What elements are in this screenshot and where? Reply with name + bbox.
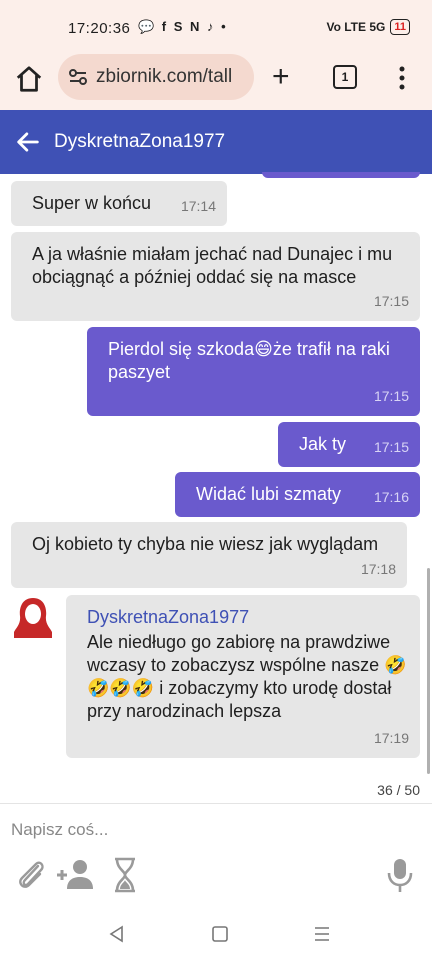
system-icons: Vo LTE 5G 11 bbox=[326, 19, 410, 35]
message-text: Ale niedługo go zabiorę na prawdziwe wcz… bbox=[87, 632, 407, 721]
system-nav-bar bbox=[0, 906, 432, 960]
message-text: Pierdol się szkoda😄że trafił na raki pas… bbox=[108, 339, 390, 382]
message-incoming: Oj kobieto ty chyba nie wiesz jak wygląd… bbox=[11, 522, 407, 588]
message-outgoing: Jak ty 17:15 bbox=[278, 422, 420, 467]
site-settings-icon[interactable] bbox=[66, 65, 90, 89]
home-icon[interactable] bbox=[14, 64, 44, 94]
message-time: 17:19 bbox=[373, 730, 409, 746]
battery-level: 11 bbox=[394, 21, 406, 33]
browser-toolbar: zbiornik.com/tall + 1 bbox=[0, 52, 432, 110]
message-text: Jak ty bbox=[299, 434, 347, 454]
menu-dots-icon[interactable] bbox=[392, 64, 412, 92]
plus-icon[interactable]: + bbox=[272, 62, 290, 92]
chat-header: DyskretnaZona1977 bbox=[0, 110, 432, 174]
message-incoming: Super w końcu 17:14 bbox=[11, 181, 227, 226]
battery-icon: 11 bbox=[390, 19, 410, 35]
hourglass-icon[interactable] bbox=[110, 856, 140, 894]
message-time: 17:15 bbox=[373, 439, 409, 455]
chat-title: DyskretnaZona1977 bbox=[54, 131, 226, 152]
notification-icons: 💬 f S N ♪ • bbox=[138, 19, 228, 34]
message-outgoing: Pierdol się szkoda😄że trafił na raki pas… bbox=[87, 327, 420, 416]
status-bar: 17:20:36 💬 f S N ♪ • Vo LTE 5G 11 bbox=[0, 0, 432, 52]
paperclip-icon[interactable] bbox=[12, 856, 52, 894]
url-text: zbiornik.com/tall bbox=[96, 66, 233, 87]
add-user-icon[interactable] bbox=[54, 856, 98, 894]
status-time: 17:20:36 bbox=[68, 20, 131, 37]
nav-recents-icon[interactable] bbox=[311, 924, 333, 944]
message-time: 17:15 bbox=[373, 293, 409, 309]
nav-home-icon[interactable] bbox=[209, 924, 231, 944]
message-sender[interactable]: DyskretnaZona1977 bbox=[87, 606, 249, 629]
tab-count-icon[interactable]: 1 bbox=[333, 65, 357, 89]
message-time: 17:14 bbox=[180, 198, 216, 214]
back-arrow-icon[interactable] bbox=[14, 128, 42, 156]
nav-back-icon[interactable] bbox=[106, 924, 128, 944]
message-outgoing: Widać lubi szmaty 17:16 bbox=[175, 472, 420, 517]
message-text: Super w końcu bbox=[32, 193, 152, 213]
character-counter: 36 / 50 bbox=[377, 782, 420, 798]
avatar-icon[interactable] bbox=[10, 594, 56, 640]
url-bar[interactable]: zbiornik.com/tall bbox=[58, 54, 254, 100]
message-time: 17:15 bbox=[373, 388, 409, 404]
network-status: Vo LTE 5G bbox=[326, 20, 386, 34]
message-input[interactable] bbox=[0, 804, 432, 856]
message-text: Oj kobieto ty chyba nie wiesz jak wygląd… bbox=[32, 534, 379, 554]
message-incoming: A ja właśnie miałam jechać nad Dunajec i… bbox=[11, 232, 420, 321]
message-time: 17:18 bbox=[360, 561, 396, 577]
message-incoming: DyskretnaZona1977 Ale niedługo go zabior… bbox=[66, 595, 420, 758]
message-time: 17:16 bbox=[373, 489, 409, 505]
microphone-icon[interactable] bbox=[384, 856, 416, 894]
message-text: A ja właśnie miałam jechać nad Dunajec i… bbox=[32, 244, 393, 287]
scrollbar[interactable] bbox=[427, 568, 430, 774]
message-text: Widać lubi szmaty bbox=[196, 484, 342, 504]
previous-message-edge bbox=[262, 172, 420, 178]
